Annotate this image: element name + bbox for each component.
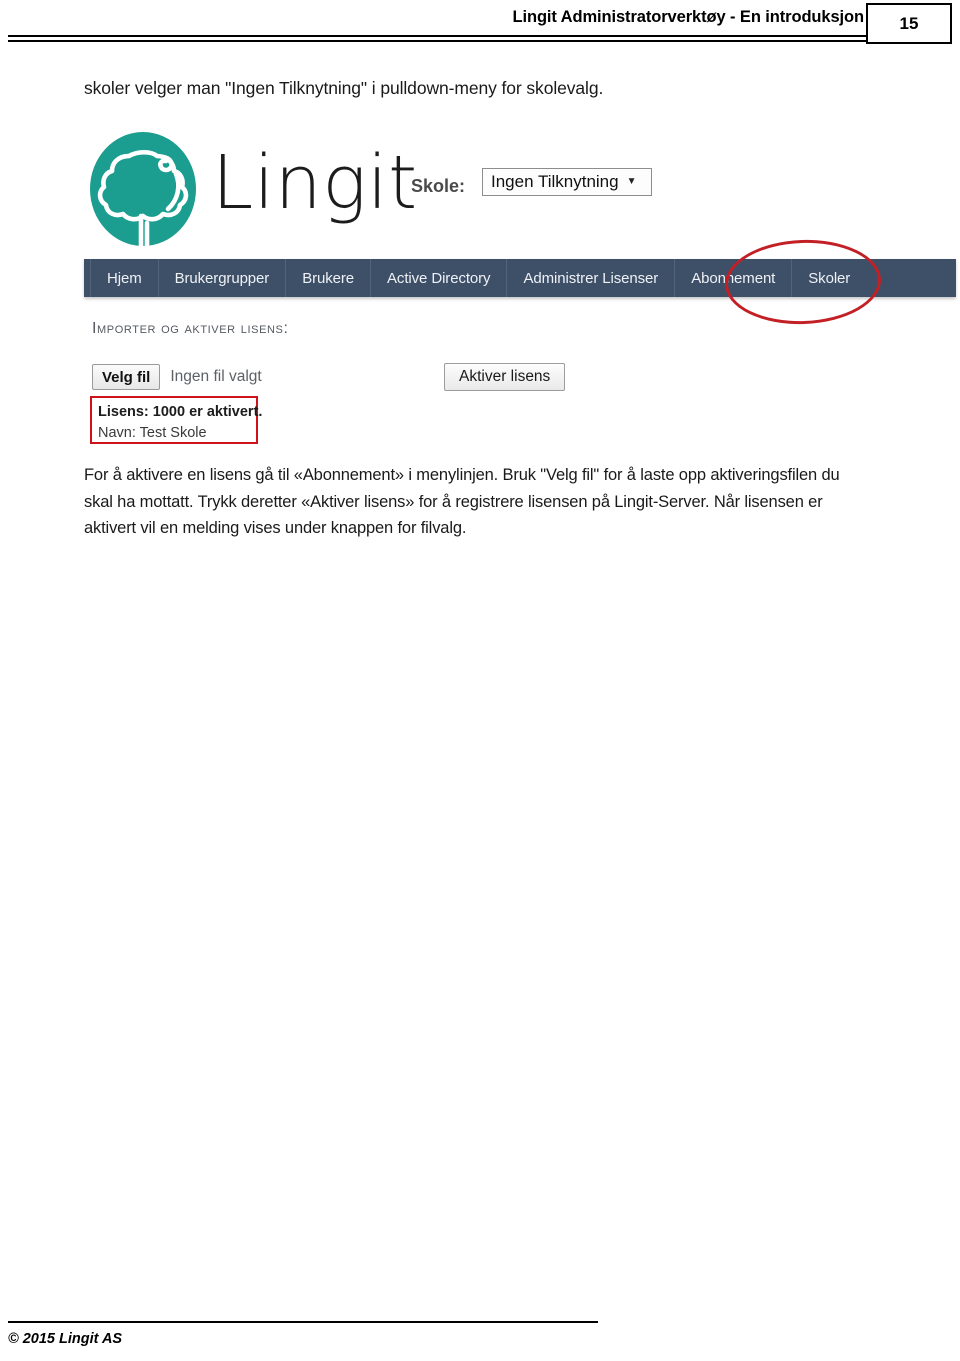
nav-item-hjem[interactable]: Hjem (90, 259, 159, 297)
nav-item-administrer-lisenser[interactable]: Administrer Lisenser (507, 259, 676, 297)
body-paragraph: For å aktivere en lisens gå til «Abonnem… (84, 466, 840, 538)
license-status-name: Navn: Test Skole (98, 425, 207, 442)
nav-item-skoler[interactable]: Skoler (792, 259, 866, 297)
app-nav-bar: Hjem Brukergrupper Brukere Active Direct… (84, 259, 956, 297)
page-number: 15 (899, 13, 919, 33)
license-status-box: Lisens: 1000 er aktivert. Navn: Test Sko… (90, 396, 263, 444)
intro-paragraph: skoler velger man "Ingen Tilknytning" i … (84, 78, 604, 98)
header-rule-bottom (8, 40, 868, 42)
nav-item-active-directory[interactable]: Active Directory (371, 259, 508, 297)
file-chooser-row: Velg fil Ingen fil valgt (92, 364, 262, 390)
footer-copyright: © 2015 Lingit AS (8, 1331, 123, 1347)
footer-rule (8, 1321, 598, 1323)
license-status-count: Lisens: 1000 er aktivert. (98, 404, 263, 420)
nav-item-abonnement[interactable]: Abonnement (675, 259, 793, 297)
page-header: Lingit Administratorverktøy - En introdu… (0, 0, 960, 46)
activate-license-button[interactable]: Aktiver lisens (444, 363, 566, 391)
embedded-app-screenshot: Lingit Skole: Ingen Tilknytning ▼ Hjem B… (84, 124, 956, 454)
school-label: Skole: (411, 176, 466, 196)
header-rule-top (8, 35, 868, 37)
nav-item-brukere[interactable]: Brukere (286, 259, 372, 297)
nav-item-brukergrupper[interactable]: Brukergrupper (159, 259, 287, 297)
chevron-down-icon: ▼ (626, 176, 637, 187)
document-title: Lingit Administratorverktøy - En introdu… (512, 8, 865, 26)
lingit-wordmark: Lingit (212, 140, 418, 226)
school-select-value: Ingen Tilknytning (491, 172, 619, 191)
page-footer: © 2015 Lingit AS (0, 1311, 960, 1361)
page-number-box: 15 (866, 3, 952, 44)
choose-file-button[interactable]: Velg fil (92, 364, 161, 390)
section-title: Importer og aktiver lisens: (92, 320, 289, 337)
lingit-tree-logo-icon (88, 130, 198, 249)
school-select[interactable]: Ingen Tilknytning ▼ (482, 168, 652, 196)
file-status-text: Ingen fil valgt (170, 368, 262, 385)
app-brand-bar: Lingit Skole: Ingen Tilknytning ▼ (84, 124, 956, 259)
